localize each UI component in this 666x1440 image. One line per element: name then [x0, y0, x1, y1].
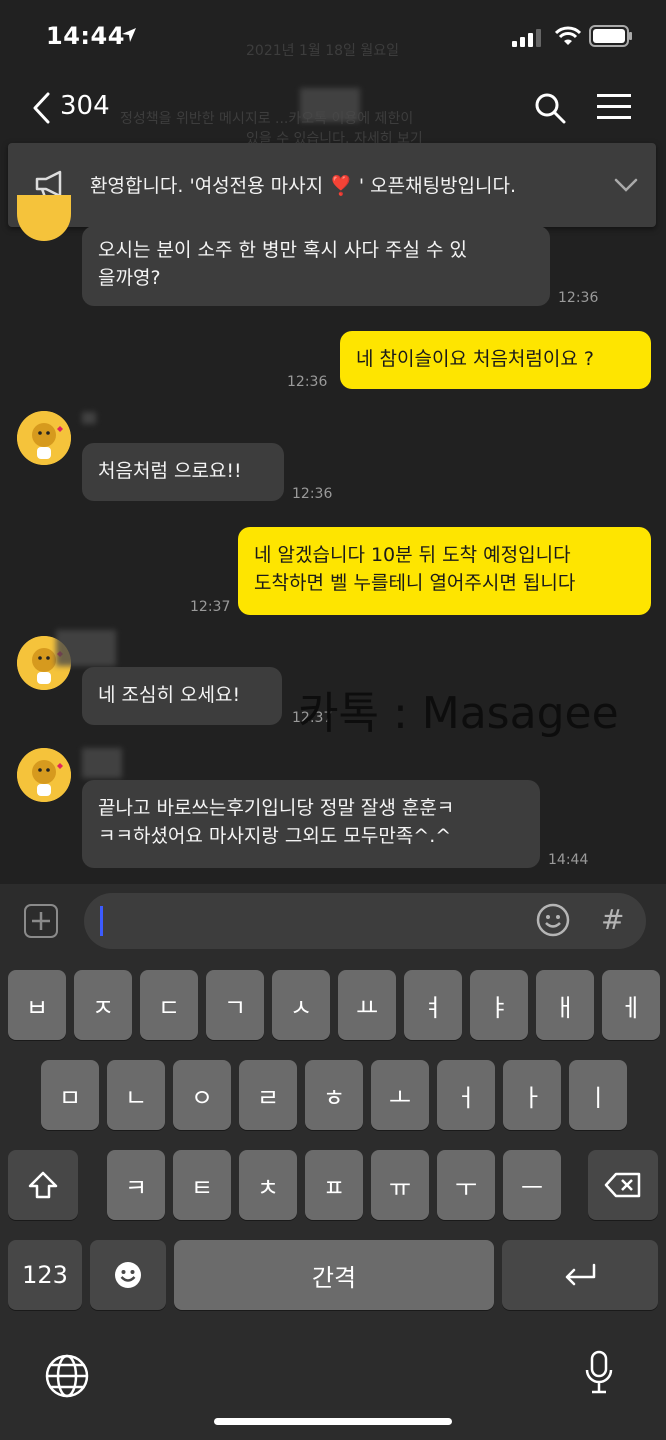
key[interactable]: ㅅ [272, 970, 330, 1040]
message-text: 네 알겠습니다 10분 뒤 도착 예정입니다 [254, 544, 571, 566]
shift-icon [28, 1171, 58, 1199]
message-time: 14:44 [548, 852, 589, 868]
menu-icon[interactable] [597, 94, 631, 120]
key[interactable]: ㅗ [371, 1060, 429, 1130]
key[interactable]: ㅡ [503, 1150, 561, 1220]
message-text: 을까영? [98, 267, 161, 289]
cellular-signal-icon [512, 29, 541, 47]
battery-icon [589, 25, 632, 47]
message-text: 도착하면 벨 누를테니 열어주시면 됩니다 [254, 572, 576, 594]
message-text: 네 조심히 오세요! [98, 684, 241, 706]
message-time: 12:36 [287, 374, 328, 390]
blurred-name [82, 748, 122, 778]
globe-icon[interactable] [44, 1353, 90, 1399]
numbers-key[interactable]: 123 [8, 1240, 82, 1310]
message-bubble-incoming[interactable]: 오시는 분이 소주 한 병만 혹시 사다 주실 수 있 을까영? [82, 226, 550, 306]
key[interactable]: ㅠ [371, 1150, 429, 1220]
message-time: 12:37 [190, 599, 231, 615]
message-bubble-incoming[interactable]: 네 조심히 오세요! [82, 667, 282, 725]
key[interactable]: ㅣ [569, 1060, 627, 1130]
emoji-icon [115, 1262, 141, 1288]
message-bubble-incoming[interactable]: 처음처럼 으로요!! [82, 443, 284, 501]
home-indicator [214, 1418, 452, 1425]
key[interactable]: ㅜ [437, 1150, 495, 1220]
key[interactable]: ㅑ [470, 970, 528, 1040]
blurred-name [82, 412, 96, 424]
notice-banner-text: 환영합니다. '여성전용 마사지 ❣️ ' 오픈채팅방입니다. [90, 175, 517, 197]
plus-button[interactable] [24, 904, 58, 938]
emoji-icon[interactable] [536, 903, 570, 937]
message-time: 12:36 [558, 290, 599, 306]
chevron-down-icon[interactable] [614, 178, 638, 192]
key[interactable]: ㅇ [173, 1060, 231, 1130]
text-cursor [100, 906, 103, 936]
space-key[interactable]: 간격 [174, 1240, 494, 1310]
backspace-key[interactable] [588, 1150, 658, 1220]
date-divider: 2021년 1월 18일 월요일 [246, 43, 399, 59]
message-bubble-outgoing[interactable]: 네 참이슬이요 처음처럼이요 ? [340, 331, 651, 389]
message-text: ㅋㅋ하셨어요 마사지랑 그외도 모두만족^.^ [98, 825, 452, 847]
key[interactable]: ㄴ [107, 1060, 165, 1130]
shift-key[interactable] [8, 1150, 78, 1220]
message-text: 오시는 분이 소주 한 병만 혹시 사다 주실 수 있 [98, 239, 467, 261]
key[interactable]: ㅋ [107, 1150, 165, 1220]
emoji-keyboard-key[interactable] [90, 1240, 166, 1310]
message-bubble-outgoing[interactable]: 네 알겠습니다 10분 뒤 도착 예정입니다 도착하면 벨 누를테니 열어주시면… [238, 527, 651, 615]
key[interactable]: ㅈ [74, 970, 132, 1040]
return-key[interactable] [502, 1240, 658, 1310]
message-text: 끝나고 바로쓰는후기입니당 정말 잘생 훈훈ㅋ [98, 797, 455, 819]
backspace-icon [604, 1172, 641, 1198]
message-text: 네 참이슬이요 처음처럼이요 ? [356, 348, 594, 370]
key[interactable]: ㅐ [536, 970, 594, 1040]
location-arrow-icon [122, 28, 136, 42]
watermark-text: 카톡 : Masagee [298, 688, 619, 739]
key[interactable]: ㄹ [239, 1060, 297, 1130]
key[interactable]: ㄷ [140, 970, 198, 1040]
key[interactable]: ㅏ [503, 1060, 561, 1130]
message-text: 처음처럼 으로요!! [98, 460, 242, 482]
back-chevron-icon[interactable] [32, 92, 52, 124]
status-time: 14:44 [46, 22, 125, 50]
hashtag-button[interactable]: # [601, 903, 624, 936]
search-icon[interactable] [534, 92, 566, 124]
message-bubble-incoming[interactable]: 끝나고 바로쓰는후기입니당 정말 잘생 훈훈ㅋ ㅋㅋ하셨어요 마사지랑 그외도 … [82, 780, 540, 868]
policy-notice-line1: 정성책을 위반한 메시지로 ...카오톡 이용에 제한이 [120, 111, 414, 127]
heart-emoji: ❣️ [329, 175, 353, 197]
key[interactable]: ㅓ [437, 1060, 495, 1130]
avatar[interactable] [17, 195, 71, 241]
key[interactable]: ㅛ [338, 970, 396, 1040]
key[interactable]: ㅁ [41, 1060, 99, 1130]
blurred-name [56, 630, 116, 666]
key[interactable]: ㄱ [206, 970, 264, 1040]
chat-member-count: 304 [60, 91, 110, 121]
wifi-icon [555, 26, 581, 45]
blurred-name [300, 88, 360, 122]
avatar[interactable] [17, 748, 71, 802]
key[interactable]: ㅂ [8, 970, 66, 1040]
key[interactable]: ㅕ [404, 970, 462, 1040]
key[interactable]: ㅊ [239, 1150, 297, 1220]
key[interactable]: ㅌ [173, 1150, 231, 1220]
microphone-icon[interactable] [584, 1350, 614, 1396]
key[interactable]: ㅎ [305, 1060, 363, 1130]
key[interactable]: ㅍ [305, 1150, 363, 1220]
return-icon [565, 1263, 596, 1286]
key[interactable]: ㅔ [602, 970, 660, 1040]
plus-icon [32, 912, 50, 930]
message-time: 12:36 [292, 486, 333, 502]
avatar[interactable] [17, 411, 71, 465]
